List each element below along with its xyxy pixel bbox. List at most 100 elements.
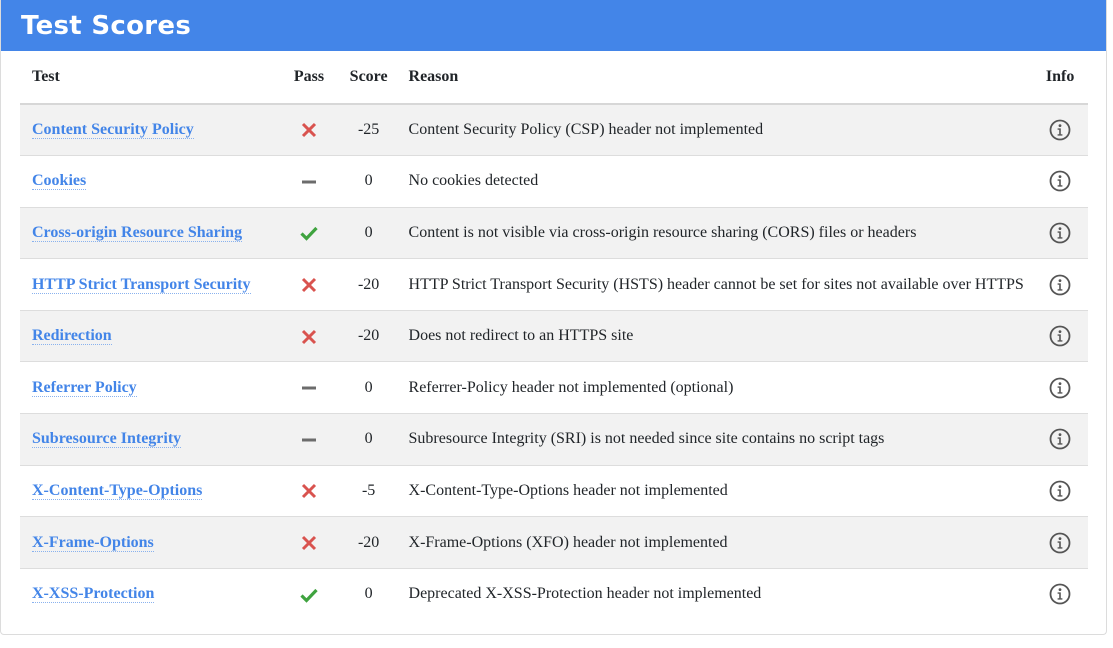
test-link[interactable]: X-Frame-Options: [32, 533, 154, 552]
info-cell: [1032, 310, 1088, 363]
score-cell: 0: [364, 585, 373, 603]
info-icon[interactable]: [1049, 377, 1071, 399]
table-row: Redirection -20 Does not redirect to an …: [20, 310, 1088, 363]
test-scores-table: Test Pass Score Reason Info Content Secu…: [20, 51, 1088, 620]
score-cell: 0: [339, 155, 398, 208]
column-header-pass: Pass: [278, 51, 340, 105]
test-cell: Referrer Policy: [20, 361, 279, 415]
x-mark-icon: [301, 483, 317, 499]
test-cell: HTTP Strict Transport Security: [20, 258, 279, 311]
pass-cell: [278, 104, 340, 157]
score-cell: -20: [339, 258, 398, 311]
table-row: Subresource Integrity 0 Subresource Inte…: [20, 413, 1088, 466]
table-row: Cookies 0 No cookies detected: [20, 155, 1088, 208]
table-row: Cross-origin Resource Sharing 0 Content …: [20, 207, 1088, 260]
check-mark-icon: [300, 225, 318, 242]
table-row: X-XSS-Protection 0 Deprecated X-XSS-Prot…: [20, 568, 1088, 620]
page-title: Test Scores: [21, 10, 192, 41]
column-header-score: Score: [339, 51, 398, 105]
dash-icon: [301, 380, 316, 396]
score-cell: -25: [339, 104, 398, 157]
score-cell: 0: [339, 207, 398, 260]
pass-cell: [278, 258, 340, 311]
info-icon[interactable]: [1049, 222, 1071, 244]
info-icon[interactable]: [1049, 325, 1071, 347]
info-icon[interactable]: [1049, 274, 1071, 296]
pass-cell: [278, 413, 340, 466]
test-link[interactable]: Referrer Policy: [32, 378, 137, 397]
pass-cell: [278, 310, 340, 363]
info-icon[interactable]: [1049, 583, 1071, 605]
test-cell: X-XSS-Protection: [20, 568, 278, 620]
test-cell: Subresource Integrity: [20, 413, 279, 466]
info-icon[interactable]: [1049, 119, 1071, 141]
card-header: Test Scores: [1, 0, 1106, 51]
column-header-info: Info: [1032, 51, 1088, 105]
score-cell: -20: [339, 516, 398, 569]
test-link[interactable]: X-Content-Type-Options: [32, 481, 203, 500]
table-row: X-Frame-Options -20 X-Frame-Options (XFO…: [20, 516, 1088, 569]
test-cell: Cookies: [20, 155, 279, 208]
info-cell: [1032, 568, 1088, 620]
x-mark-icon: [301, 122, 317, 138]
info-cell: [1032, 155, 1088, 208]
score-cell: -5: [339, 465, 398, 518]
test-link[interactable]: Content Security Policy: [32, 121, 194, 140]
table-row: HTTP Strict Transport Security -20 HTTP …: [20, 258, 1088, 311]
x-mark-icon: [301, 329, 317, 345]
column-header-test: Test: [20, 51, 279, 105]
info-cell: [1032, 104, 1088, 157]
test-cell: X-Content-Type-Options: [20, 465, 279, 518]
pass-cell: [278, 568, 340, 620]
test-cell: X-Frame-Options: [20, 516, 279, 569]
reason-cell: Content Security Policy (CSP) header not…: [397, 104, 1033, 157]
test-link[interactable]: Cross-origin Resource Sharing: [32, 223, 243, 242]
score-cell: 0: [339, 361, 398, 415]
info-icon[interactable]: [1049, 532, 1071, 554]
score-cell: -20: [339, 310, 398, 363]
reason-cell: X-Frame-Options (XFO) header not impleme…: [397, 516, 1033, 569]
test-link[interactable]: HTTP Strict Transport Security: [32, 275, 251, 294]
table-row: X-Content-Type-Options -5 X-Content-Type…: [20, 465, 1088, 518]
test-cell: Redirection: [20, 310, 279, 363]
table-row: Referrer Policy 0 Referrer-Policy header…: [20, 361, 1088, 415]
test-cell: Cross-origin Resource Sharing: [20, 207, 279, 260]
reason-cell: Content is not visible via cross-origin …: [397, 207, 1033, 260]
pass-cell: [278, 207, 340, 260]
reason-cell: Deprecated X-XSS-Protection header not i…: [408, 585, 762, 603]
x-mark-icon: [301, 535, 317, 551]
dash-icon: [301, 174, 316, 190]
pass-cell: [278, 516, 340, 569]
reason-cell: No cookies detected: [397, 155, 1033, 208]
info-cell: [1032, 413, 1088, 466]
test-link[interactable]: Cookies: [32, 172, 87, 191]
reason-cell: Subresource Integrity (SRI) is not neede…: [397, 413, 1033, 466]
table-row: Content Security Policy -25 Content Secu…: [20, 104, 1088, 157]
dash-icon: [301, 432, 316, 448]
reason-cell: Does not redirect to an HTTPS site: [397, 310, 1033, 363]
test-cell: Content Security Policy: [20, 104, 279, 157]
table-header-row: Test Pass Score Reason Info: [20, 51, 1088, 105]
test-link[interactable]: Redirection: [32, 327, 112, 346]
reason-cell: HTTP Strict Transport Security (HSTS) he…: [397, 258, 1033, 311]
column-header-reason: Reason: [397, 51, 1033, 105]
info-icon[interactable]: [1049, 480, 1071, 502]
test-link[interactable]: X-XSS-Protection: [32, 585, 155, 604]
info-icon[interactable]: [1049, 428, 1071, 450]
info-cell: [1032, 516, 1088, 569]
reason-cell: X-Content-Type-Options header not implem…: [397, 465, 1033, 518]
info-cell: [1032, 465, 1088, 518]
pass-cell: [278, 465, 340, 518]
check-mark-icon: [300, 587, 318, 603]
x-mark-icon: [301, 277, 317, 293]
pass-cell: [278, 361, 340, 415]
info-icon[interactable]: [1049, 170, 1071, 192]
info-cell: [1032, 361, 1088, 415]
pass-cell: [278, 155, 340, 208]
info-cell: [1032, 207, 1088, 260]
info-cell: [1032, 258, 1088, 311]
test-link[interactable]: Subresource Integrity: [32, 430, 182, 449]
reason-cell: Referrer-Policy header not implemented (…: [397, 361, 1033, 415]
score-cell: 0: [339, 413, 398, 466]
test-scores-card: Test Scores Test Pass Score Reason Info …: [0, 0, 1107, 635]
